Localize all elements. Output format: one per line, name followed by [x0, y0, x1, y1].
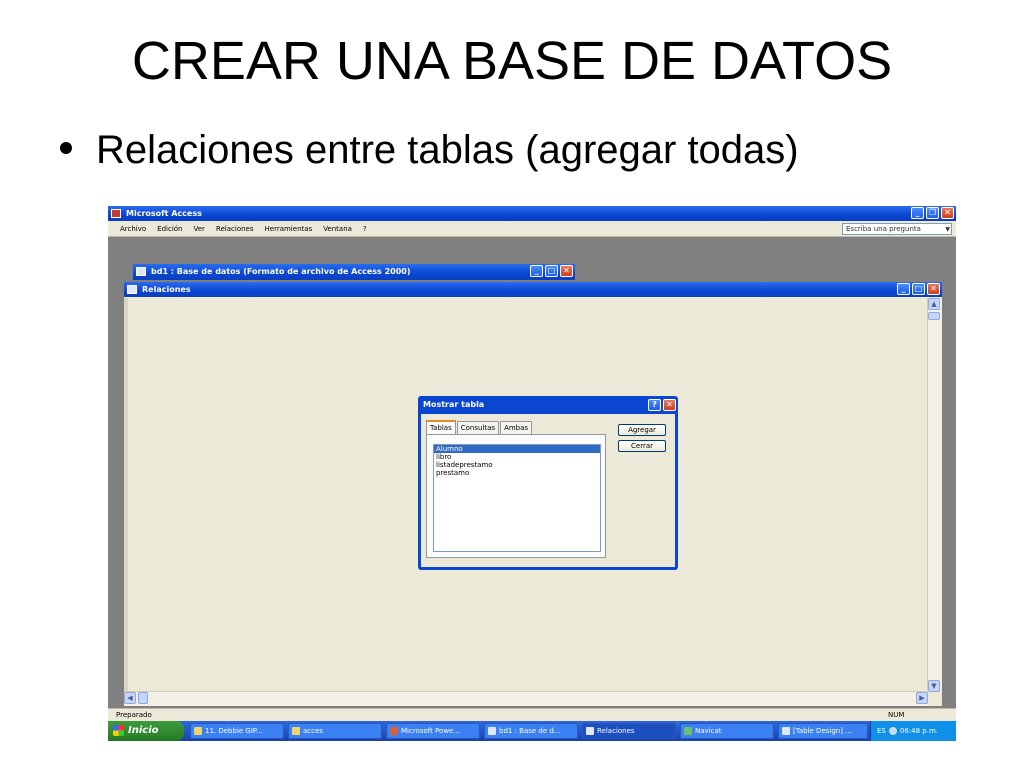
clock: 06:48 p.m. [899, 727, 938, 735]
taskbar-item[interactable]: Navicat [680, 723, 774, 739]
num-lock-indicator: NUM [888, 711, 905, 719]
taskbar-item-label: Navicat [695, 727, 722, 735]
relations-icon [127, 285, 137, 294]
dialog-tabs: Tablas Consultas Ambas [426, 420, 533, 435]
relations-title: Relaciones [142, 285, 191, 294]
table-design-icon [782, 727, 790, 735]
status-bar: Preparado NUM [108, 708, 956, 721]
navicat-icon [684, 727, 692, 735]
language-indicator[interactable]: ES [877, 727, 886, 735]
chevron-down-icon[interactable]: ▼ [945, 224, 950, 235]
bullet-dot-icon [60, 142, 72, 155]
powerpoint-icon [390, 727, 398, 735]
taskbar-item-label: bd1 : Base de d... [499, 727, 561, 735]
menu-help[interactable]: ? [363, 225, 367, 233]
database-icon [136, 267, 146, 276]
menu-ventana[interactable]: Ventana [323, 225, 352, 233]
list-item[interactable]: listadeprestamo [434, 461, 600, 469]
dialog-close-button[interactable]: ✕ [663, 399, 676, 411]
scroll-down-icon[interactable]: ▼ [928, 680, 940, 692]
taskbar-item-label: 11. Debbie GIP... [205, 727, 263, 735]
restore-button[interactable]: ❐ [926, 207, 939, 219]
scroll-thumb[interactable] [928, 312, 940, 320]
relations-window: Relaciones _ □ ✕ ▲ ▼ ◀ ▶ Mostrar tabla ? [124, 282, 942, 706]
menu-archivo[interactable]: Archivo [120, 225, 146, 233]
windows-flag-icon [113, 725, 124, 736]
app-title: Microsoft Access [126, 209, 202, 218]
menu-bar: Archivo Edición Ver Relaciones Herramien… [108, 221, 956, 237]
scroll-left-icon[interactable]: ◀ [124, 692, 136, 704]
dialog-title-bar[interactable]: Mostrar tabla ? ✕ [418, 396, 678, 414]
taskbar-item[interactable]: 11. Debbie GIP... [190, 723, 284, 739]
relations-title-bar[interactable]: Relaciones _ □ ✕ [124, 282, 942, 297]
taskbar: Inicio 11. Debbie GIP... acces Microsoft… [108, 721, 956, 741]
close-button[interactable]: ✕ [941, 207, 954, 219]
hscroll-thumb[interactable] [138, 692, 148, 704]
scroll-up-icon[interactable]: ▲ [928, 298, 940, 310]
show-table-dialog: Mostrar tabla ? ✕ Tablas Consultas Ambas… [418, 396, 678, 570]
menu-edicion[interactable]: Edición [157, 225, 182, 233]
status-text: Preparado [116, 711, 152, 719]
rel-maximize-button[interactable]: □ [912, 283, 925, 295]
tables-listbox[interactable]: Alumno libro listadeprestamo prestamo [433, 444, 601, 552]
taskbar-item[interactable]: acces [288, 723, 382, 739]
tab-tablas[interactable]: Tablas [426, 420, 456, 434]
db-minimize-button[interactable]: _ [530, 265, 543, 277]
minimize-button[interactable]: _ [911, 207, 924, 219]
menu-ver[interactable]: Ver [194, 225, 205, 233]
tab-panel: Alumno libro listadeprestamo prestamo [426, 434, 606, 558]
rel-close-button[interactable]: ✕ [927, 283, 940, 295]
db-maximize-button[interactable]: □ [545, 265, 558, 277]
horizontal-scrollbar[interactable]: ◀ ▶ [124, 691, 928, 706]
start-button[interactable]: Inicio [108, 721, 184, 741]
network-icon[interactable] [888, 727, 897, 735]
db-window-title: bd1 : Base de datos (Formato de archivo … [151, 267, 411, 276]
taskbar-item[interactable]: Relaciones [582, 723, 676, 739]
app-title-bar[interactable]: Microsoft Access _ ❐ ✕ [108, 206, 956, 221]
access-app-icon [111, 209, 121, 218]
help-search-input[interactable]: Escriba una pregunta ▼ [842, 223, 952, 235]
close-dialog-button[interactable]: Cerrar [618, 440, 666, 452]
dialog-title: Mostrar tabla [423, 400, 485, 409]
taskbar-item-label: Relaciones [597, 727, 635, 735]
db-close-button[interactable]: ✕ [560, 265, 573, 277]
scroll-right-icon[interactable]: ▶ [916, 692, 928, 704]
menu-herramientas[interactable]: Herramientas [265, 225, 313, 233]
list-item[interactable]: libro [434, 453, 600, 461]
help-placeholder: Escriba una pregunta [846, 225, 921, 233]
taskbar-item[interactable]: bd1 : Base de d... [484, 723, 578, 739]
dialog-body: Tablas Consultas Ambas Alumno libro list… [421, 414, 675, 567]
relations-icon [586, 727, 594, 735]
help-icon[interactable]: ? [648, 399, 661, 411]
access-screenshot: Microsoft Access _ ❐ ✕ Archivo Edición V… [108, 206, 956, 741]
database-icon [488, 727, 496, 735]
music-icon [194, 727, 202, 735]
start-label: Inicio [128, 725, 159, 736]
taskbar-item-label: acces [303, 727, 323, 735]
list-item[interactable]: prestamo [434, 469, 600, 477]
taskbar-item-label: Microsoft Powe... [401, 727, 461, 735]
tab-ambas[interactable]: Ambas [500, 421, 533, 434]
rel-minimize-button[interactable]: _ [897, 283, 910, 295]
list-item[interactable]: Alumno [434, 445, 600, 453]
db-window-title-bar[interactable]: bd1 : Base de datos (Formato de archivo … [133, 264, 575, 280]
tab-consultas[interactable]: Consultas [456, 421, 500, 434]
taskbar-item[interactable]: [Table Design] ... [778, 723, 868, 739]
bullet-text: Relaciones entre tablas (agregar todas) [96, 128, 799, 172]
menu-relaciones[interactable]: Relaciones [216, 225, 254, 233]
add-button[interactable]: Agregar [618, 424, 666, 436]
vertical-scrollbar[interactable]: ▲ ▼ [927, 298, 942, 692]
slide-bullet: Relaciones entre tablas (agregar todas) [60, 128, 799, 173]
taskbar-item-label: [Table Design] ... [793, 727, 852, 735]
system-tray: ES 06:48 p.m. [870, 721, 956, 741]
slide-title: CREAR UNA BASE DE DATOS [131, 31, 893, 91]
folder-icon [292, 727, 300, 735]
taskbar-item[interactable]: Microsoft Powe... [386, 723, 480, 739]
